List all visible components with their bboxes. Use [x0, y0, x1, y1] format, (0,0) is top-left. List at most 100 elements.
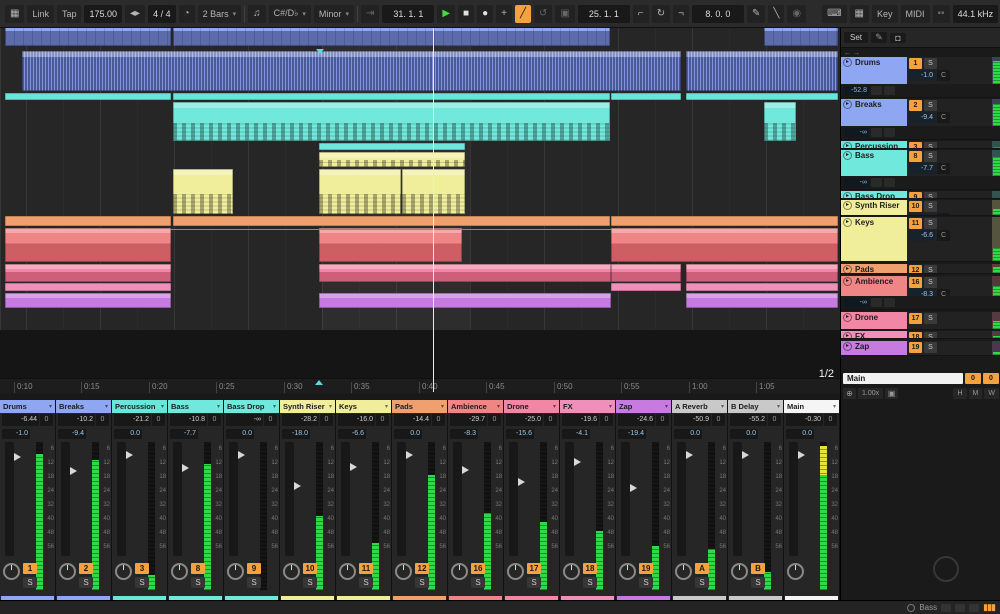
send-knob[interactable]: [884, 128, 895, 137]
clip-ambience-3[interactable]: [611, 228, 838, 262]
volume-fader-lane[interactable]: [285, 442, 301, 556]
fader-value[interactable]: -19.4: [618, 429, 646, 439]
volume-fader-handle[interactable]: [518, 478, 525, 487]
pan-knob[interactable]: [731, 563, 748, 580]
track-activator-button[interactable]: 1: [23, 563, 37, 574]
solo-button[interactable]: S: [583, 577, 597, 588]
clip-pads-2[interactable]: [173, 216, 610, 226]
fader-value[interactable]: -6.6: [338, 429, 366, 439]
track-name-area[interactable]: ▸ Synth Riser: [841, 200, 907, 215]
peak-level-value[interactable]: -14.4: [394, 414, 431, 426]
automation-line-ambience[interactable]: [171, 229, 611, 230]
zoom-preset-w[interactable]: W: [984, 388, 999, 399]
solo-button[interactable]: S: [924, 342, 937, 353]
solo-button[interactable]: S: [135, 577, 149, 588]
strip-header[interactable]: Synth Riser ▾: [280, 400, 335, 413]
track-activator-button[interactable]: 18: [583, 563, 597, 574]
capture-midi-icon[interactable]: ◉: [787, 4, 807, 23]
solo-button[interactable]: S: [639, 577, 653, 588]
strip-fold-icon[interactable]: ▾: [217, 403, 220, 410]
track-fold-icon[interactable]: ▸: [843, 277, 852, 286]
play-button[interactable]: ▶: [437, 4, 456, 23]
quantization-menu[interactable]: 2 Bars: [197, 4, 242, 23]
fader-value[interactable]: 0.0: [226, 429, 254, 439]
pan-knob[interactable]: [59, 563, 76, 580]
track-activator-button[interactable]: 18: [909, 332, 922, 338]
volume-fader-handle[interactable]: [798, 451, 805, 460]
zoom-level[interactable]: 1.00x: [858, 388, 884, 399]
clip-drone-2[interactable]: [319, 264, 611, 282]
send-knob[interactable]: [884, 86, 895, 95]
volume-fader-handle[interactable]: [70, 467, 77, 476]
track-pan-value[interactable]: C: [937, 163, 950, 174]
track-fold-icon[interactable]: ▸: [843, 192, 852, 198]
track-activator-button[interactable]: 11: [359, 563, 373, 574]
track-fold-icon[interactable]: ▸: [843, 151, 852, 160]
track-activator-button[interactable]: 2: [79, 563, 93, 574]
re-enable-automation-icon[interactable]: ↺: [534, 4, 553, 23]
track-header-zap[interactable]: ▸ Zap 19 S: [841, 341, 1000, 356]
strip-header[interactable]: Keys ▾: [336, 400, 391, 413]
strip-fold-icon[interactable]: ▾: [441, 403, 444, 410]
strip-header[interactable]: Drums ▾: [0, 400, 55, 413]
track-name-area[interactable]: ▸ Bass: [841, 150, 907, 176]
insert-marker[interactable]: [316, 49, 324, 54]
track-header-breaks[interactable]: ▸ Breaks 2 S -9.4 C -∞: [841, 99, 1000, 140]
solo-button[interactable]: S: [924, 277, 937, 288]
track-volume-value[interactable]: -1.0: [909, 70, 935, 81]
track-volume-value[interactable]: -6.6: [909, 230, 935, 241]
peak-level-value[interactable]: -29.7: [450, 414, 487, 426]
draw-mode-icon[interactable]: ✎: [746, 4, 766, 23]
volume-fader-lane[interactable]: [341, 442, 357, 556]
strip-header[interactable]: Bass ▾: [168, 400, 223, 413]
grid-icon[interactable]: ▣: [885, 388, 899, 399]
track-header-percussion[interactable]: ▸ Percussion 3 S: [841, 141, 1000, 149]
clip-bass-2[interactable]: [764, 102, 796, 141]
solo-button[interactable]: S: [924, 218, 937, 229]
pan-display[interactable]: 0: [264, 414, 277, 426]
track-activator-button[interactable]: 12: [415, 563, 429, 574]
track-activator-button[interactable]: 17: [527, 563, 541, 574]
peak-level-value[interactable]: -24.6: [618, 414, 655, 426]
track-activator-button[interactable]: 3: [909, 142, 922, 148]
clip-breaks-2[interactable]: [686, 51, 838, 91]
scale-icon[interactable]: ♫: [248, 4, 266, 23]
record-button[interactable]: ●: [477, 4, 494, 23]
forward-arrow-icon[interactable]: →: [853, 50, 860, 57]
track-fold-icon[interactable]: ▸: [843, 58, 852, 67]
fader-value[interactable]: 0.0: [674, 429, 702, 439]
track-activator-button[interactable]: 3: [135, 563, 149, 574]
peak-level-value[interactable]: -16.0: [338, 414, 375, 426]
solo-button[interactable]: S: [924, 265, 937, 273]
track-name-area[interactable]: ▸ Pads: [841, 264, 907, 273]
link-button[interactable]: Link: [27, 4, 54, 23]
scale-menu[interactable]: Minor: [313, 4, 354, 23]
clip-keys-2[interactable]: [319, 169, 401, 214]
strip-header[interactable]: Main ▾: [784, 400, 839, 413]
strip-fold-icon[interactable]: ▾: [273, 403, 276, 410]
clip-keys-1[interactable]: [173, 169, 233, 214]
track-activator-button[interactable]: 10: [303, 563, 317, 574]
root-note-menu[interactable]: C#/D♭: [268, 4, 311, 23]
track-activator-button[interactable]: 1: [909, 58, 922, 69]
volume-fader-lane[interactable]: [565, 442, 581, 556]
set-button[interactable]: Set: [844, 32, 869, 43]
clip-breaks-1[interactable]: [22, 51, 681, 91]
clip-percussion-4[interactable]: [686, 93, 838, 100]
track-fold-icon[interactable]: ▸: [843, 142, 852, 148]
send-value[interactable]: -∞: [843, 127, 869, 138]
clip-pads-1[interactable]: [5, 216, 171, 226]
fader-value[interactable]: 0.0: [114, 429, 142, 439]
track-name-area[interactable]: ▸ Ambience: [841, 276, 907, 296]
track-name-area[interactable]: ▸ Drone: [841, 312, 907, 329]
volume-fader-handle[interactable]: [630, 484, 637, 493]
volume-fader-lane[interactable]: [397, 442, 413, 556]
clip-percussion-2[interactable]: [173, 93, 610, 100]
track-fold-icon[interactable]: ▸: [843, 265, 852, 273]
main-track-header[interactable]: Main 0 0: [841, 372, 1000, 385]
volume-fader-lane[interactable]: [677, 442, 693, 556]
solo-button[interactable]: S: [359, 577, 373, 588]
track-header-drums[interactable]: ▸ Drums 1 S -1.0 C -52.8: [841, 57, 1000, 98]
strip-header[interactable]: Breaks ▾: [56, 400, 111, 413]
clip-percussion-3[interactable]: [611, 93, 681, 100]
